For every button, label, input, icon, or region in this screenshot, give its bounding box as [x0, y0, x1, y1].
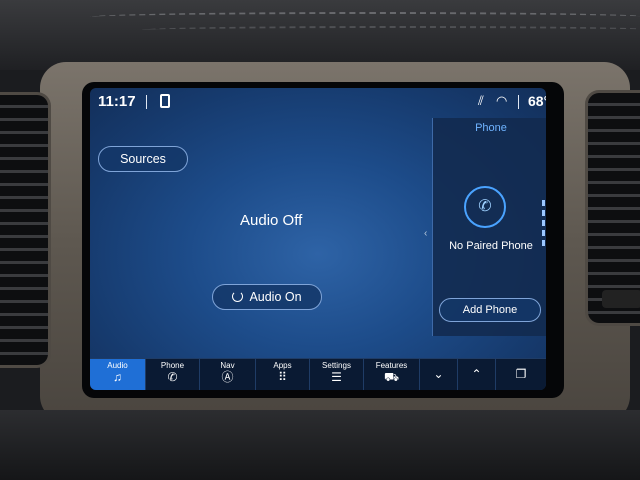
vent-control[interactable]	[602, 290, 640, 308]
phone-handset-icon[interactable]: ✆	[464, 186, 506, 228]
stitching	[90, 12, 640, 22]
nav-label: Phone	[160, 361, 185, 370]
audio-on-button[interactable]: Audio On	[212, 284, 322, 310]
stitching	[140, 26, 640, 34]
phone-device-icon[interactable]	[160, 94, 170, 108]
infotainment-screen: 11:17 ⫽ ◠ 68° Sources Audio Off Audio On…	[90, 88, 546, 390]
chevron-up-button[interactable]: ⌃	[458, 359, 496, 390]
clock: 11:17	[98, 93, 136, 110]
nav-phone[interactable]: Phone ✆	[146, 359, 200, 390]
bottom-nav-bar: Audio ♫ Phone ✆ Nav Ⓐ Apps ⠿ Settings ☰ …	[90, 358, 546, 390]
nav-audio[interactable]: Audio ♫	[90, 359, 146, 390]
phone-panel-title: Phone	[475, 122, 507, 134]
dashboard-upper	[0, 0, 640, 70]
nav-nav[interactable]: Nav Ⓐ	[200, 359, 256, 390]
chevron-down-icon: ⌄	[433, 367, 444, 381]
nav-label: Apps	[273, 361, 292, 370]
phone-status: No Paired Phone	[449, 240, 533, 252]
sources-button[interactable]: Sources	[98, 146, 188, 172]
power-icon	[232, 291, 244, 302]
phone-icon: ✆	[167, 370, 178, 384]
divider	[518, 95, 519, 109]
add-phone-button[interactable]: Add Phone	[439, 298, 541, 322]
panel-scroll-indicator[interactable]	[542, 200, 545, 248]
audio-status: Audio Off	[240, 212, 303, 229]
sliders-icon: ☰	[331, 370, 342, 384]
copy-icon: ❐	[515, 367, 527, 381]
nav-apps[interactable]: Apps ⠿	[256, 359, 310, 390]
dashboard-lower	[0, 410, 640, 480]
outside-temperature: 68°	[528, 93, 546, 109]
nav-label: Settings	[322, 361, 351, 370]
nav-label: Features	[375, 361, 408, 370]
nav-label: Audio	[107, 361, 128, 370]
copy-button[interactable]: ❐	[496, 359, 546, 390]
wifi-icon: ◠	[496, 93, 508, 108]
car-icon: ⛟	[383, 370, 400, 384]
status-bar: 11:17 ⫽ ◠ 68°	[90, 88, 546, 116]
phone-panel: Phone ✆ No Paired Phone Add Phone	[432, 118, 546, 336]
chevron-up-icon: ⌃	[471, 367, 482, 381]
chevron-down-button[interactable]: ⌄	[420, 359, 458, 390]
signal-icon: ⫽	[478, 93, 484, 108]
air-vent-left[interactable]	[0, 92, 51, 368]
grid-icon: ⠿	[278, 370, 287, 384]
divider	[146, 95, 147, 109]
nav-features[interactable]: Features ⛟	[364, 359, 420, 390]
panel-collapse-icon[interactable]: ‹	[424, 228, 427, 239]
audio-on-label: Audio On	[249, 290, 302, 304]
nav-settings[interactable]: Settings ☰	[310, 359, 364, 390]
compass-icon: Ⓐ	[221, 370, 234, 384]
nav-label: Nav	[220, 361, 235, 370]
music-note-icon: ♫	[113, 370, 122, 384]
